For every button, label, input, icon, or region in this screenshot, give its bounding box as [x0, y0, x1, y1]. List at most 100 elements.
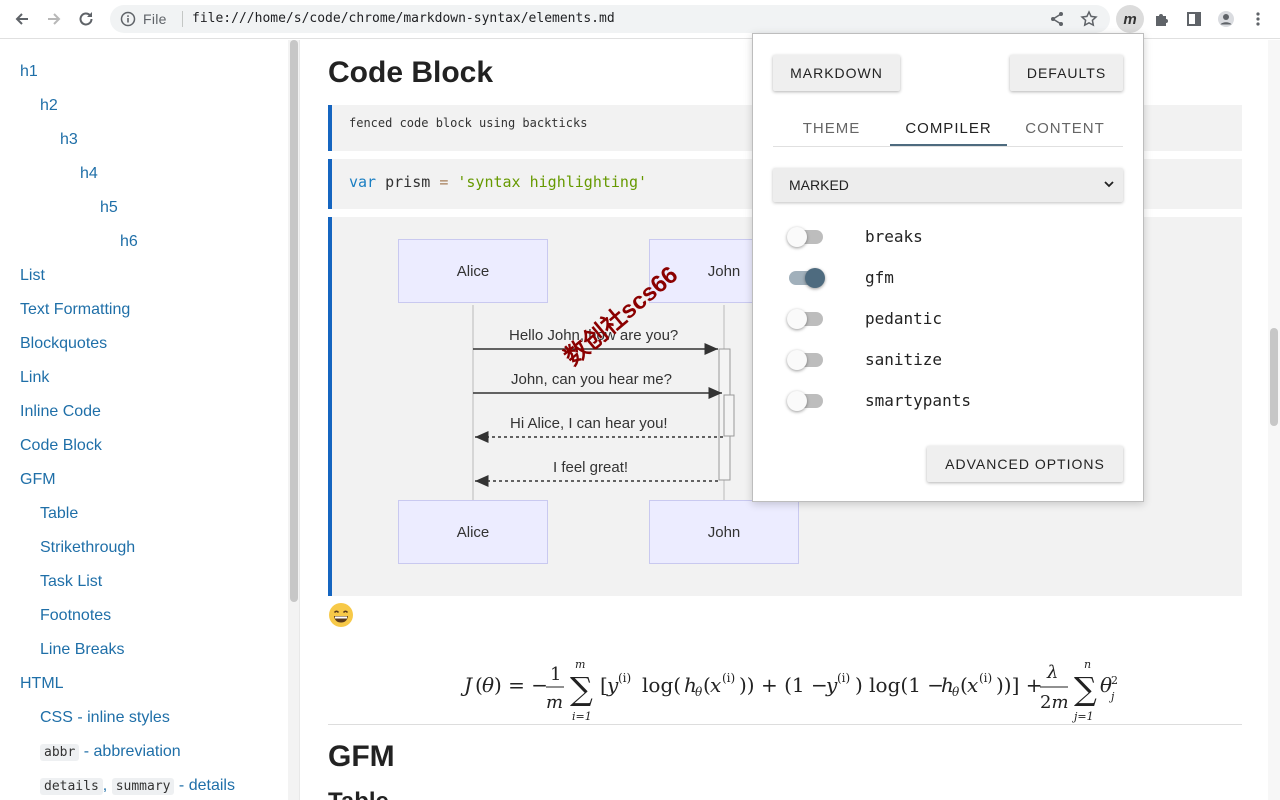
svg-text:θ: θ [695, 685, 703, 699]
markdown-button[interactable]: MARKDOWN [773, 55, 900, 91]
toc-item-h5[interactable]: h5 [100, 199, 118, 217]
toc-item-h1[interactable]: h1 [20, 63, 38, 81]
toggle-pedantic[interactable] [787, 309, 823, 329]
url-text[interactable]: file:///home/s/code/chrome/markdown-synt… [192, 11, 615, 26]
token-keyword: var [349, 173, 377, 191]
toc-item-h6[interactable]: h6 [120, 233, 138, 251]
actor-alice-top: Alice [398, 239, 548, 303]
tab-theme[interactable]: THEME [773, 120, 890, 146]
toc-item-task-list[interactable]: Task List [40, 573, 102, 591]
arrow-left-icon [15, 13, 28, 25]
profile-button[interactable] [1212, 5, 1240, 33]
toggle-knob [787, 309, 807, 329]
svg-text:m: m [546, 692, 563, 713]
svg-text:(i): (i) [618, 671, 631, 685]
toc-item-html[interactable]: HTML [20, 675, 64, 693]
puzzle-icon [1156, 14, 1168, 26]
svg-text:j=1: j=1 [1071, 710, 1094, 723]
svg-text:∑: ∑ [1074, 670, 1097, 708]
token-variable: prism [385, 173, 431, 191]
toc-item-strikethrough[interactable]: Strikethrough [40, 539, 135, 557]
back-button[interactable] [8, 5, 36, 33]
option-label-breaks: breaks [865, 227, 923, 246]
heading-gfm: GFM [328, 740, 395, 773]
toggle-knob [787, 350, 807, 370]
svg-text:J: J [460, 673, 473, 697]
actor-john-bottom: John [649, 500, 799, 564]
avatar-icon [1218, 11, 1234, 27]
svg-text:(i): (i) [979, 671, 992, 685]
message-label-2: John, can you hear me? [511, 371, 672, 388]
menu-button[interactable] [1244, 5, 1272, 33]
sidebar-scrollbar-thumb[interactable] [290, 40, 298, 602]
markdown-extension-button[interactable]: m [1116, 5, 1144, 33]
svg-text:2: 2 [1111, 674, 1118, 687]
toc-item-table[interactable]: Table [40, 505, 78, 523]
kebab-menu-icon [1256, 12, 1260, 26]
scheme-label: File [143, 11, 167, 27]
token-string: 'syntax highlighting' [457, 173, 648, 191]
toc-item-text-formatting[interactable]: Text Formatting [20, 301, 130, 319]
message-label-3: Hi Alice, I can hear you! [510, 415, 668, 432]
svg-text:log(: log( [642, 673, 681, 697]
toc-item-inline-code[interactable]: Inline Code [20, 403, 101, 421]
toc-item-line-breaks[interactable]: Line Breaks [40, 641, 125, 659]
svg-text:))] +: ))] + [996, 673, 1043, 697]
content-scrollbar-thumb[interactable] [1270, 328, 1278, 426]
tab-content[interactable]: CONTENT [1007, 120, 1123, 146]
option-label-smartypants: smartypants [865, 391, 971, 410]
toc-item-details[interactable]: details, summary - details [40, 777, 235, 795]
option-label-sanitize: sanitize [865, 350, 943, 369]
toc-item-gfm[interactable]: GFM [20, 471, 56, 489]
heading-code-block: Code Block [328, 56, 494, 89]
toc-item-code-block[interactable]: Code Block [20, 437, 102, 455]
share-icon[interactable] [1048, 10, 1066, 28]
toc-item-link[interactable]: Link [20, 369, 49, 387]
toggle-smartypants[interactable] [787, 391, 823, 411]
forward-button[interactable] [40, 5, 68, 33]
svg-text:θ: θ [482, 673, 494, 697]
toggle-breaks[interactable] [787, 227, 823, 247]
bookmark-star-icon[interactable] [1080, 10, 1098, 28]
toc-item-css-inline-styles[interactable]: CSS - inline styles [40, 709, 170, 727]
actor-alice-bottom: Alice [398, 500, 548, 564]
compiler-select[interactable]: MARKED [773, 168, 1123, 202]
reload-icon [79, 12, 93, 26]
toggle-knob [787, 391, 807, 411]
svg-text:x: x [967, 673, 978, 697]
grinning-face-emoji-icon [329, 603, 353, 627]
info-icon[interactable] [120, 11, 136, 27]
math-formula-cost-function: J ( θ ) = − 1 m m ∑ i=1 [ y (i) log( h θ… [460, 658, 1118, 723]
toc-item-blockquotes[interactable]: Blockquotes [20, 335, 107, 353]
defaults-button[interactable]: DEFAULTS [1010, 55, 1123, 91]
tab-compiler[interactable]: COMPILER [890, 120, 1007, 146]
toc-code-summary: summary [111, 778, 175, 795]
toc-item-h4[interactable]: h4 [80, 165, 98, 183]
toc-item-footnotes[interactable]: Footnotes [40, 607, 111, 625]
toc-item-h3[interactable]: h3 [60, 131, 78, 149]
side-panel-button[interactable] [1180, 5, 1208, 33]
svg-text:λ: λ [1046, 662, 1058, 683]
chevron-down-icon [1104, 181, 1114, 188]
toggle-knob [787, 227, 807, 247]
toc-sep-details: , [102, 777, 112, 794]
svg-text:θ: θ [952, 685, 960, 699]
activation-inner [723, 394, 735, 437]
side-panel-icon [1187, 12, 1201, 26]
toc-item-list[interactable]: List [20, 267, 45, 285]
toc-item-h2[interactable]: h2 [40, 97, 58, 115]
svg-text:2m: 2m [1040, 692, 1069, 713]
toc-item-abbr[interactable]: abbr - abbreviation [40, 743, 181, 761]
extension-settings-popup: MARKDOWN DEFAULTS THEME COMPILER CONTENT… [752, 33, 1144, 502]
compiler-select-value: MARKED [789, 177, 849, 193]
arrow-right-icon [48, 13, 61, 25]
toggle-gfm[interactable] [789, 268, 825, 288]
reload-button[interactable] [72, 5, 100, 33]
svg-text:)) + (1 −: )) + (1 − [739, 673, 828, 697]
toc-text-details: - details [174, 777, 235, 794]
extensions-button[interactable] [1148, 5, 1176, 33]
toggle-sanitize[interactable] [787, 350, 823, 370]
address-bar[interactable]: File file:///home/s/code/chrome/markdown… [110, 5, 1110, 33]
advanced-options-button[interactable]: ADVANCED OPTIONS [927, 446, 1123, 482]
horizontal-rule [328, 724, 1242, 725]
